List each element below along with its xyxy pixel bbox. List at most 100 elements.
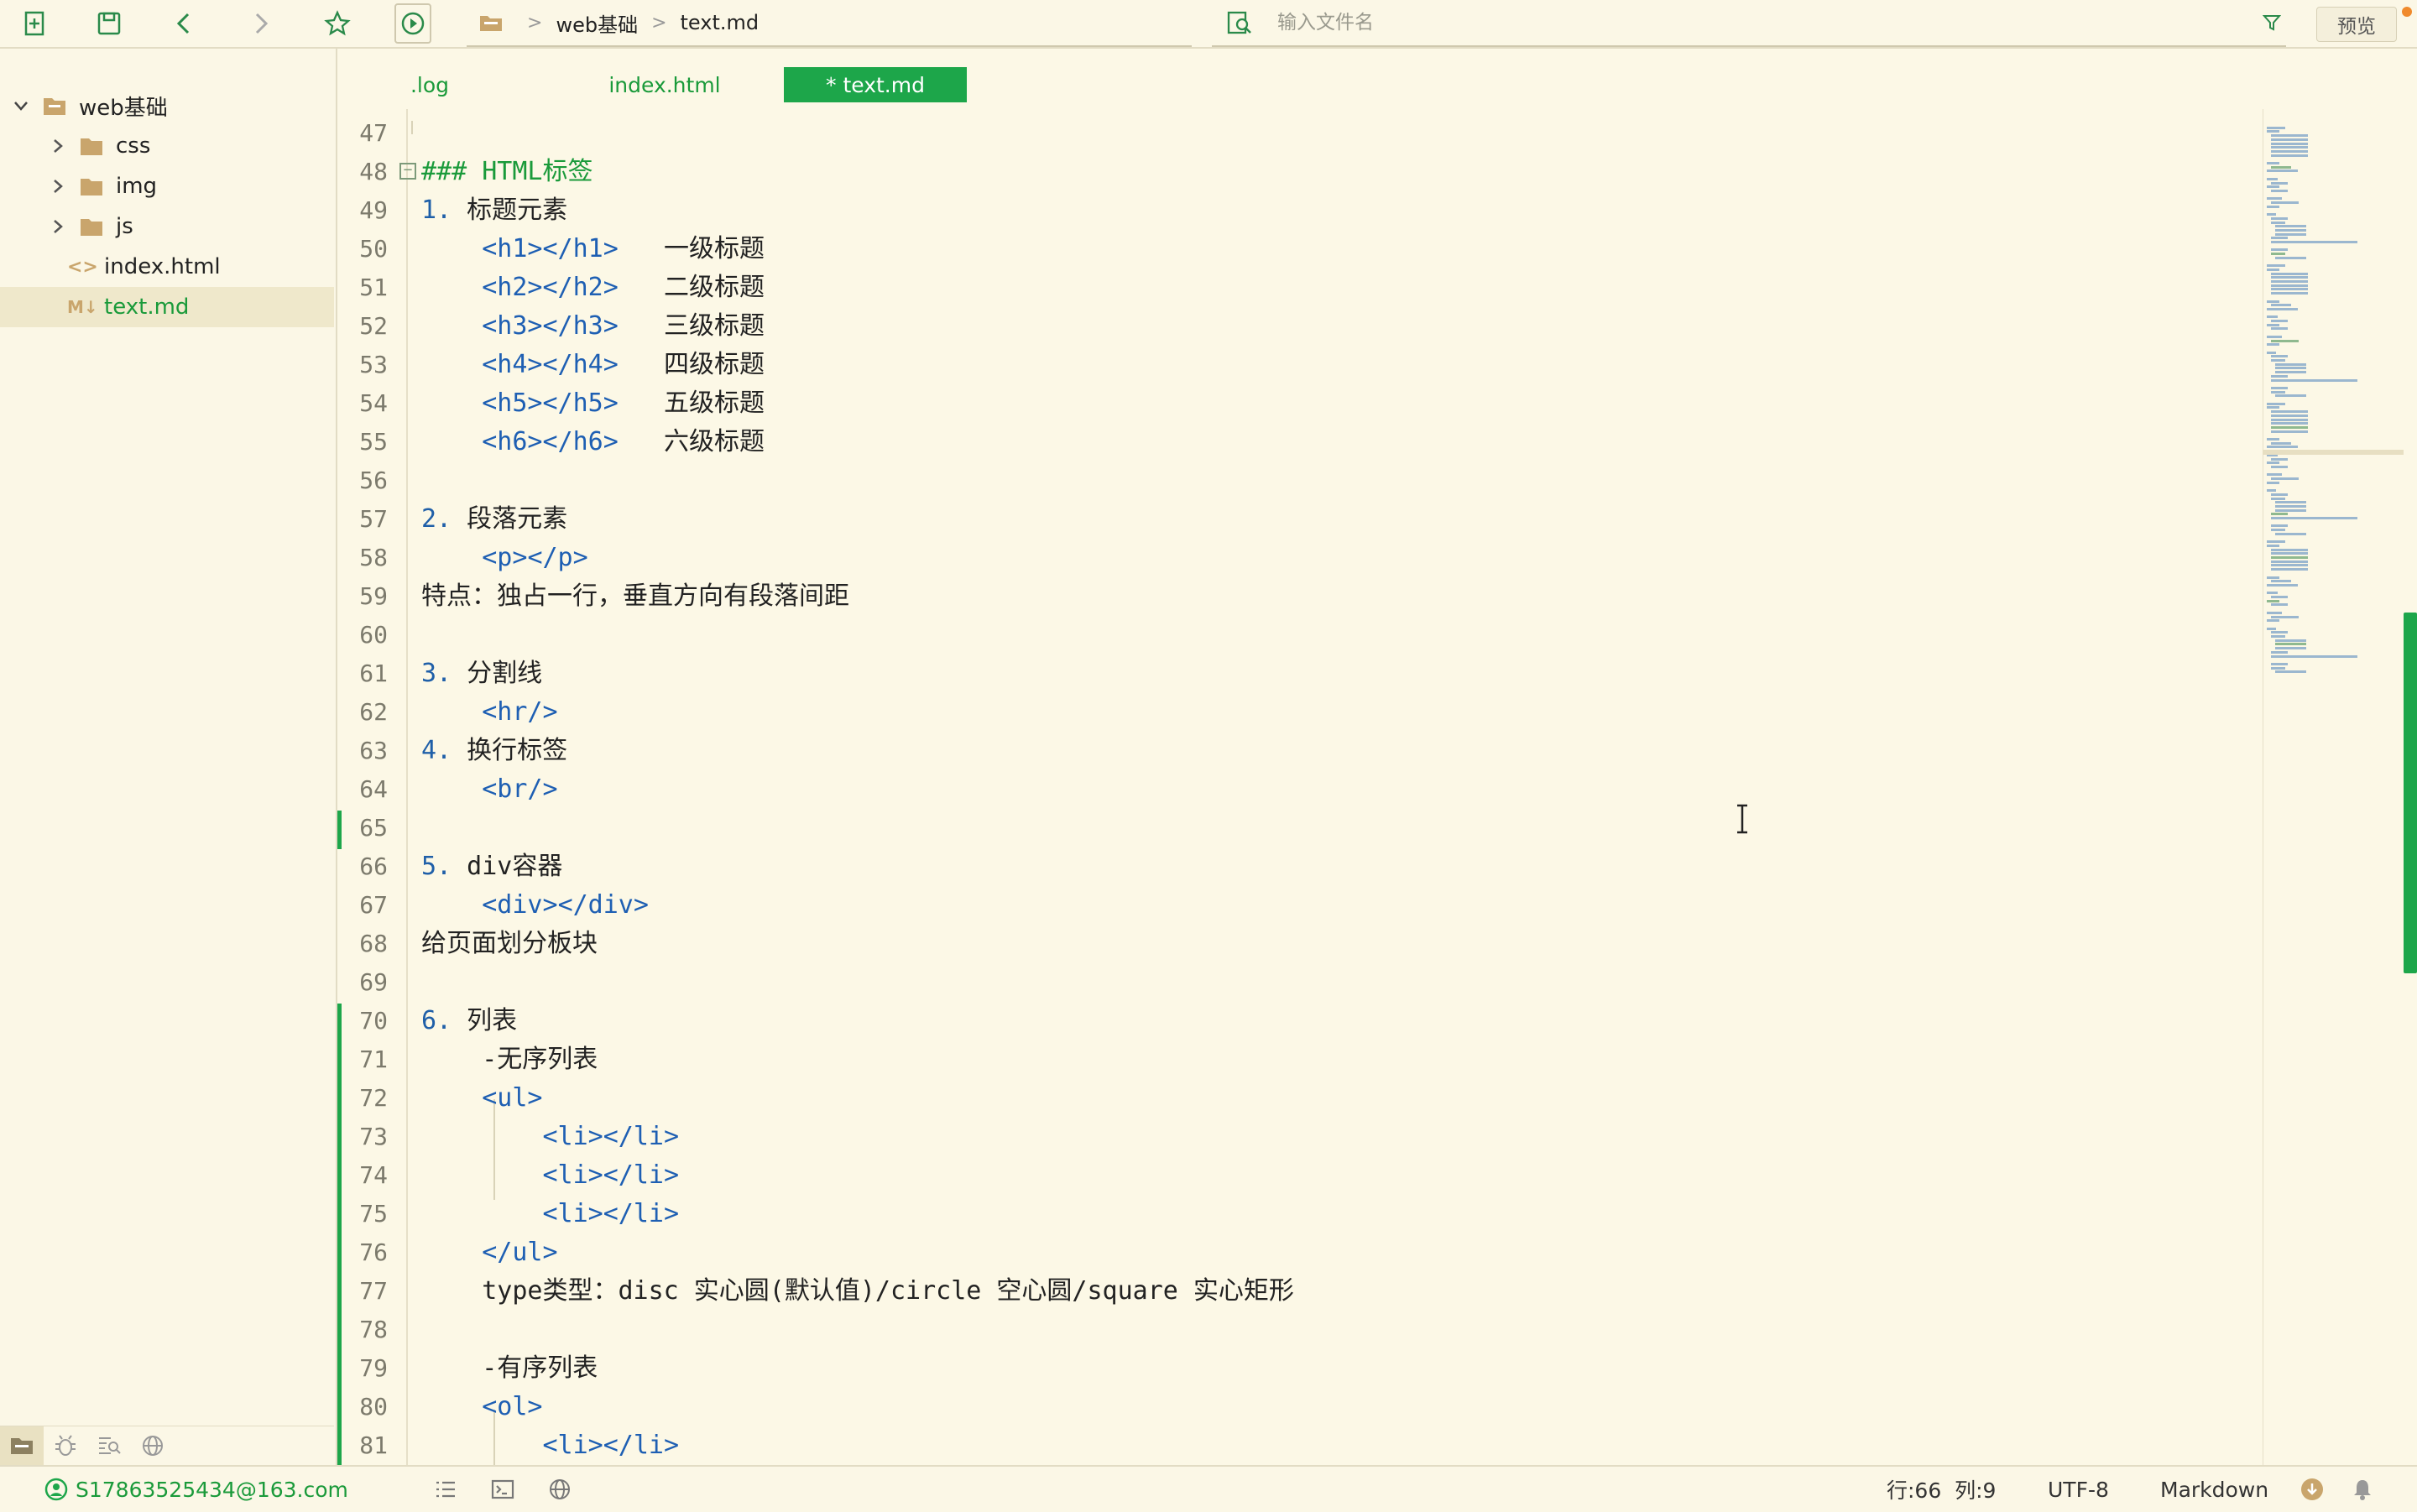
tree-root-web[interactable]: web基础 <box>0 86 334 126</box>
minimap-line <box>2267 592 2279 595</box>
minimap-line <box>2267 213 2276 216</box>
forward-icon[interactable] <box>243 7 277 40</box>
code-line: 69 <box>359 968 388 996</box>
tree-item-js[interactable]: js <box>0 206 334 247</box>
tab-log[interactable]: .log <box>388 67 472 102</box>
tree-item-img[interactable]: img <box>0 166 334 206</box>
minimap-line <box>2270 465 2288 468</box>
code-line: 64 <br/> <box>359 774 558 804</box>
code-line: 63 4. 换行标签 <box>359 736 568 765</box>
minimap-line <box>2270 378 2358 382</box>
markdown-file-icon: M↓ <box>67 297 98 317</box>
minimap-line <box>2270 410 2308 414</box>
minimap-line <box>2270 552 2308 555</box>
code-line: 56 <box>359 467 388 494</box>
chevron-right-icon[interactable] <box>49 177 67 196</box>
tree-item-css[interactable]: css <box>0 126 334 166</box>
minimap-line <box>2267 307 2299 310</box>
minimap-line <box>2270 327 2288 331</box>
minimap-line <box>2267 126 2285 129</box>
code-line: 74 <li></li> <box>359 1160 680 1190</box>
new-file-icon[interactable] <box>18 7 52 40</box>
file-search-input[interactable] <box>1276 11 2202 34</box>
tree-label-img: img <box>116 174 158 199</box>
chevron-right-icon[interactable] <box>49 217 67 236</box>
change-marker <box>337 811 342 849</box>
minimap-line <box>2270 430 2308 433</box>
cursor-position[interactable]: 行:66 列:9 <box>1887 1467 1996 1512</box>
language-mode[interactable]: Markdown <box>2160 1467 2268 1512</box>
minimap-line <box>2267 481 2280 484</box>
minimap-line <box>2274 394 2306 398</box>
minimap[interactable] <box>2263 109 2404 1465</box>
globe-icon[interactable] <box>131 1426 175 1465</box>
chevron-right-icon[interactable] <box>49 137 67 155</box>
minimap-line <box>2270 292 2308 295</box>
minimap-line <box>2270 221 2286 224</box>
tab-text-md[interactable]: * text.md <box>784 67 967 102</box>
preview-button[interactable]: 预览 <box>2316 7 2397 42</box>
code-line: 52 <h3></h3> 三级标题 <box>359 311 765 341</box>
tab-index-html[interactable]: index.html <box>589 67 740 102</box>
globe-icon[interactable] <box>547 1467 572 1512</box>
fold-toggle-icon[interactable]: − <box>399 163 416 180</box>
minimap-line <box>2267 169 2299 173</box>
user-icon <box>44 1478 68 1501</box>
tree-label-css: css <box>116 133 151 159</box>
back-icon[interactable] <box>168 7 201 40</box>
tree-label-root: web基础 <box>79 95 168 121</box>
breadcrumb-item-file[interactable]: text.md <box>681 11 760 34</box>
bell-icon[interactable] <box>2350 1467 2375 1512</box>
folder-icon <box>81 138 102 155</box>
code-line: 81 <li></li> <box>359 1431 680 1460</box>
vertical-scrollbar[interactable] <box>2404 613 2417 973</box>
minimap-line <box>2267 619 2280 623</box>
tree-item-text-md[interactable]: M↓ text.md <box>0 287 334 327</box>
minimap-line <box>2267 599 2280 602</box>
save-icon[interactable] <box>92 7 126 40</box>
minimap-line <box>2267 323 2280 326</box>
folder-icon <box>81 219 102 236</box>
minimap-line <box>2270 304 2291 307</box>
run-icon[interactable] <box>394 3 431 44</box>
tree-item-index-html[interactable]: <> index.html <box>0 247 334 287</box>
minimap-line <box>2274 508 2306 512</box>
code-line: 61 3. 分割线 <box>359 659 543 688</box>
minimap-line <box>2270 564 2308 567</box>
minimap-line <box>2270 154 2308 157</box>
code-line: 60 <box>359 621 388 649</box>
editor-tabs: .log index.html * text.md <box>337 49 2417 107</box>
code-line: 76 </ul> <box>359 1238 558 1267</box>
minimap-line <box>2270 189 2288 192</box>
folder-icon[interactable] <box>0 1426 44 1465</box>
download-icon[interactable] <box>2300 1467 2325 1512</box>
search-list-icon[interactable] <box>87 1426 131 1465</box>
minimap-line <box>2270 529 2286 532</box>
user-account[interactable]: S17863525434@163.com <box>44 1467 348 1512</box>
filter-icon[interactable] <box>2263 13 2281 32</box>
bug-icon[interactable] <box>44 1426 87 1465</box>
star-icon[interactable] <box>321 7 354 40</box>
code-line: 80 <ol> <box>359 1392 543 1421</box>
tree-label-text-md: text.md <box>104 295 190 320</box>
minimap-line <box>2267 627 2276 630</box>
code-line: 49 1. 标题元素 <box>359 196 568 225</box>
minimap-line <box>2267 335 2282 338</box>
encoding-indicator[interactable]: UTF-8 <box>2048 1467 2109 1512</box>
chevron-down-icon[interactable] <box>12 96 30 115</box>
minimap-line <box>2267 611 2282 614</box>
outline-icon[interactable] <box>433 1467 458 1512</box>
minimap-line <box>2267 461 2280 465</box>
minimap-line <box>2270 615 2299 618</box>
minimap-line <box>2267 576 2280 579</box>
code-line: 62 <hr/> <box>359 697 558 727</box>
status-bar: S17863525434@163.com 行:66 列:9 UTF-8 Mark… <box>0 1465 2417 1512</box>
minimap-line <box>2274 225 2306 228</box>
terminal-icon[interactable] <box>490 1467 515 1512</box>
breadcrumb-item-folder[interactable]: web基础 <box>556 8 638 38</box>
code-line: 53 <h4></h4> 四级标题 <box>359 350 765 379</box>
minimap-line <box>2267 438 2280 441</box>
code-editor[interactable]: 47 48− ### HTML标签 49 1. 标题元素 50 <h1></h1> … <box>337 109 2261 1465</box>
minimap-line <box>2267 264 2285 268</box>
code-line: 47 <box>359 119 388 147</box>
